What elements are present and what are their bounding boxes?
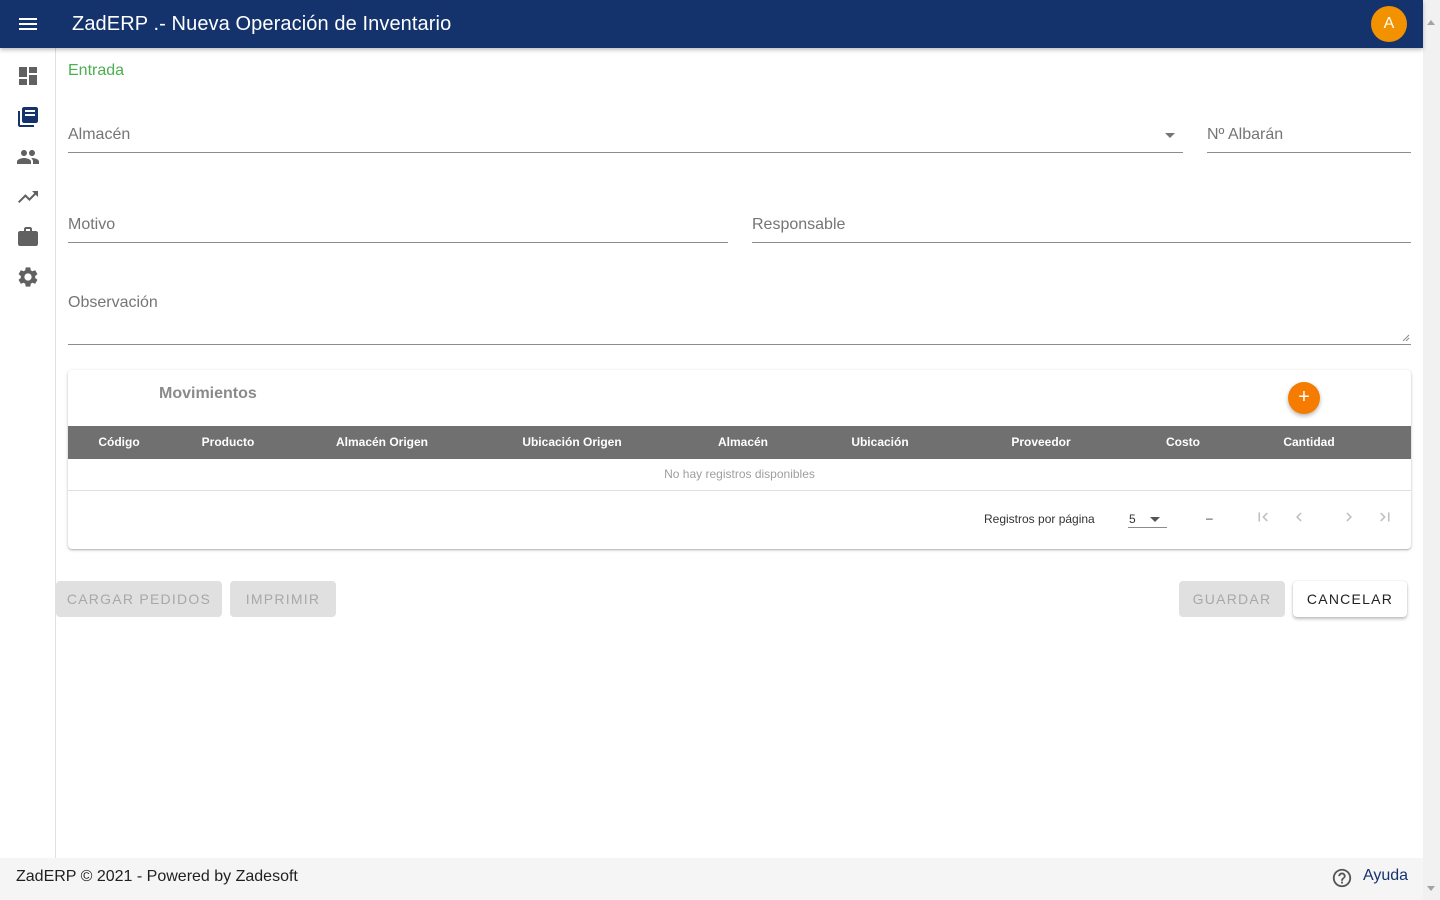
- resize-handle-icon[interactable]: [1402, 334, 1410, 342]
- scroll-up-icon[interactable]: [1427, 20, 1435, 25]
- column-header[interactable]: Cantidad: [1264, 426, 1354, 459]
- page-title: ZadERP .- Nueva Operación de Inventario: [72, 13, 452, 35]
- library-books-icon[interactable]: [16, 105, 40, 129]
- column-header[interactable]: Producto: [178, 426, 278, 459]
- motivo-field[interactable]: Motivo: [68, 200, 728, 243]
- column-header[interactable]: Almacén Origen: [322, 426, 442, 459]
- dashboard-icon[interactable]: [16, 64, 40, 88]
- briefcase-icon[interactable]: [16, 225, 40, 249]
- almacen-label: Almacén: [68, 126, 131, 143]
- responsable-label: Responsable: [752, 216, 846, 233]
- help-circle-icon: [1332, 868, 1352, 888]
- responsable-field[interactable]: Responsable: [752, 200, 1411, 243]
- column-header[interactable]: Código: [80, 426, 158, 459]
- table-header: Código Producto Almacén Origen Ubicación…: [68, 426, 1411, 459]
- rows-per-page-select[interactable]: 5: [1128, 504, 1167, 528]
- motivo-label: Motivo: [68, 216, 116, 233]
- plus-icon: +: [1298, 386, 1310, 408]
- table-pagination: Registros por página 5 –: [68, 491, 1411, 549]
- last-page-icon[interactable]: [1376, 508, 1394, 526]
- scroll-down-icon[interactable]: [1427, 886, 1435, 891]
- rows-per-page-label: Registros por página: [984, 512, 1095, 526]
- column-header[interactable]: Almacén: [698, 426, 788, 459]
- column-header[interactable]: Proveedor: [991, 426, 1091, 459]
- operation-type-label: Entrada: [68, 62, 125, 79]
- people-icon[interactable]: [16, 145, 40, 169]
- chevron-down-icon: [1150, 517, 1160, 522]
- sidebar-nav: [0, 48, 56, 858]
- table-empty-row: No hay registros disponibles: [68, 459, 1411, 491]
- menu-icon[interactable]: [16, 12, 40, 36]
- app-bar: ZadERP .- Nueva Operación de Inventario …: [0, 0, 1423, 48]
- imprimir-button[interactable]: IMPRIMIR: [230, 581, 336, 617]
- albaran-field[interactable]: Nº Albarán: [1207, 110, 1411, 153]
- add-movimiento-button[interactable]: +: [1288, 382, 1320, 414]
- column-header[interactable]: Costo: [1143, 426, 1223, 459]
- empty-message: No hay registros disponibles: [664, 467, 815, 481]
- settings-icon[interactable]: [16, 265, 40, 289]
- movimientos-card: Movimientos + Código Producto Almacén Or…: [68, 370, 1411, 549]
- pagination-range: –: [1206, 511, 1213, 525]
- footer: ZadERP © 2021 - Powered by Zadesoft Ayud…: [0, 858, 1423, 900]
- almacen-select[interactable]: Almacén: [68, 110, 1183, 153]
- observacion-label: Observación: [68, 294, 158, 311]
- previous-page-icon[interactable]: [1290, 508, 1308, 526]
- user-avatar[interactable]: A: [1371, 6, 1407, 42]
- rows-per-page-value: 5: [1129, 512, 1136, 526]
- guardar-button[interactable]: GUARDAR: [1179, 581, 1285, 617]
- chevron-down-icon: [1165, 133, 1175, 138]
- cargar-pedidos-button[interactable]: CARGAR PEDIDOS: [56, 581, 222, 617]
- cancelar-button[interactable]: CANCELAR: [1293, 581, 1407, 617]
- movimientos-title: Movimientos: [159, 385, 257, 402]
- help-label: Ayuda: [1363, 867, 1409, 884]
- albaran-label: Nº Albarán: [1207, 126, 1284, 143]
- first-page-icon[interactable]: [1254, 508, 1272, 526]
- page-scrollbar[interactable]: [1423, 0, 1440, 900]
- observacion-textarea[interactable]: Observación: [68, 280, 1411, 345]
- footer-copyright: ZadERP © 2021 - Powered by Zadesoft: [16, 868, 298, 885]
- next-page-icon[interactable]: [1340, 508, 1358, 526]
- column-header[interactable]: Ubicación: [830, 426, 930, 459]
- trending-up-icon[interactable]: [16, 185, 40, 209]
- column-header[interactable]: Ubicación Origen: [502, 426, 642, 459]
